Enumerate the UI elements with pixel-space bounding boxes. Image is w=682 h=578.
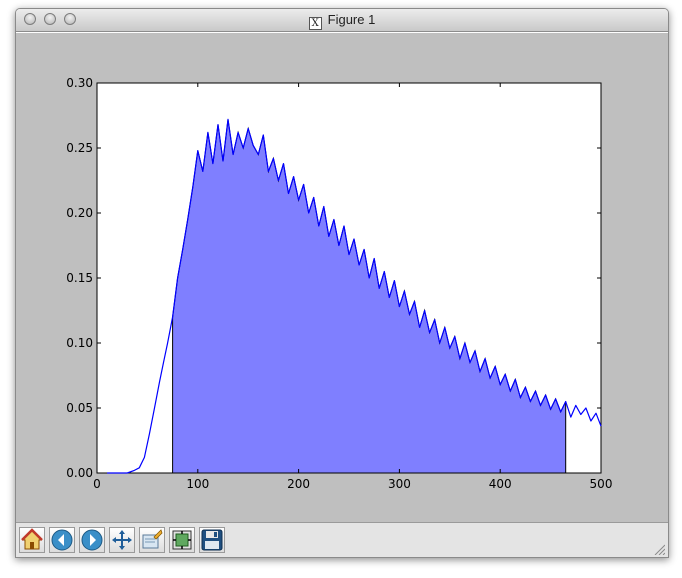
y-tick-label: 0.00 [66, 466, 93, 480]
pan-button[interactable] [109, 527, 135, 553]
x-tick-label: 100 [186, 477, 209, 491]
pan-arrows-icon [112, 530, 132, 550]
arrow-right-icon [81, 529, 103, 551]
home-icon [21, 528, 43, 550]
navigation-toolbar [16, 522, 668, 557]
x-tick-label: 300 [388, 477, 411, 491]
figure-window: X Figure 1 0 100 200 300 400 500 0.00 0.05 0.10 0.… [15, 8, 669, 558]
home-button[interactable] [19, 527, 45, 553]
arrow-left-icon [51, 529, 73, 551]
x-tick-label: 500 [590, 477, 613, 491]
x-tick-label: 0 [93, 477, 101, 491]
y-tick-label: 0.10 [66, 336, 93, 350]
zoom-button[interactable] [139, 527, 165, 553]
zoom-rect-icon [142, 529, 163, 549]
window-title: Figure 1 [327, 12, 376, 27]
y-tick-label: 0.05 [66, 401, 93, 415]
resize-grip-icon[interactable] [653, 543, 665, 555]
back-button[interactable] [49, 527, 75, 553]
forward-button[interactable] [79, 527, 105, 553]
subplots-button[interactable] [169, 527, 195, 553]
y-tick-label: 0.30 [66, 76, 93, 90]
floppy-disk-icon [201, 529, 223, 551]
save-button[interactable] [199, 527, 225, 553]
x-tick-label: 200 [287, 477, 310, 491]
y-tick-label: 0.15 [66, 271, 93, 285]
x11-icon: X [308, 17, 322, 30]
y-tick-label: 0.20 [66, 206, 93, 220]
x-tick-label: 400 [489, 477, 512, 491]
y-tick-label: 0.25 [66, 141, 93, 155]
title-bar[interactable]: X Figure 1 [16, 9, 668, 32]
figure-canvas[interactable]: 0 100 200 300 400 500 0.00 0.05 0.10 0.15 0.20 0.25… [16, 32, 668, 522]
chart[interactable]: 0 100 200 300 400 500 0.00 0.05 0.10 0.15 0.20 0.25… [16, 33, 668, 522]
subplots-icon [172, 530, 192, 550]
window-title-wrap: X Figure 1 [16, 12, 668, 30]
